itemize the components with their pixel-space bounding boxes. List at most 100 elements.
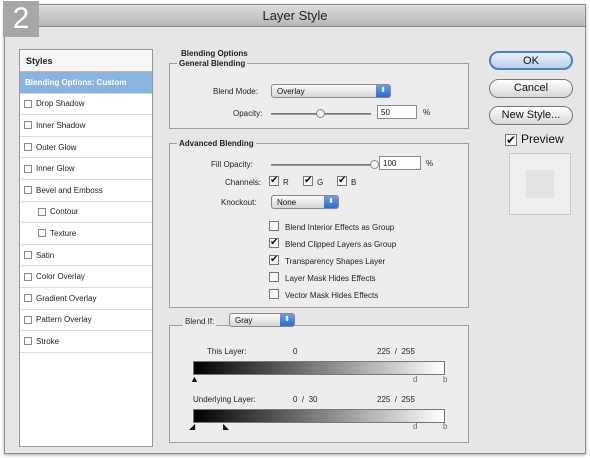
fill-opacity-label: Fill Opacity:: [211, 160, 253, 169]
style-item[interactable]: Blending Options: Custom: [20, 72, 152, 94]
preview-checkbox[interactable]: ✔: [505, 134, 517, 146]
style-item[interactable]: Gradient Overlay: [20, 288, 152, 310]
this-layer-label: This Layer:: [207, 347, 247, 356]
underlying-layer-gradient[interactable]: [193, 409, 445, 423]
preview-label: Preview: [521, 132, 564, 146]
style-item-label: Satin: [36, 250, 55, 260]
style-item[interactable]: Pattern Overlay: [20, 310, 152, 332]
fill-opacity-slider[interactable]: [271, 160, 379, 169]
blend-mode-label: Blend Mode:: [213, 87, 258, 96]
fill-opacity-percent: %: [426, 159, 434, 168]
fill-opacity-slider-thumb[interactable]: [370, 160, 379, 169]
style-item-label: Stroke: [36, 336, 60, 346]
channel-g-label: G: [317, 178, 324, 187]
style-item-label: Pattern Overlay: [36, 315, 92, 325]
advanced-option-label: Layer Mask Hides Effects: [285, 274, 376, 283]
style-checkbox[interactable]: [24, 272, 32, 281]
advanced-option-label: Blend Interior Effects as Group: [285, 223, 395, 232]
underlying-black-slider-right-icon[interactable]: ◣: [223, 422, 229, 431]
blend-mode-value: Overlay: [277, 87, 305, 96]
underlying-black-slider-left-icon[interactable]: ◢: [189, 422, 195, 431]
blend-if-select[interactable]: Gray ⬍: [229, 313, 295, 327]
style-item[interactable]: Color Overlay: [20, 266, 152, 288]
style-item[interactable]: Contour: [20, 202, 152, 224]
style-item-label: Bevel and Emboss: [36, 185, 103, 195]
opacity-input[interactable]: 50: [377, 105, 417, 119]
cancel-button[interactable]: Cancel: [489, 79, 573, 98]
style-item-label: Outer Glow: [36, 142, 77, 152]
general-blending-title: General Blending: [177, 59, 248, 68]
style-checkbox[interactable]: [24, 337, 32, 346]
underlying-white-split-slider-icon[interactable]: d: [413, 422, 417, 431]
channels-label: Channels:: [225, 178, 262, 187]
style-item-label: Drop Shadow: [36, 99, 85, 109]
blend-if-group: [169, 325, 469, 443]
style-checkbox[interactable]: [24, 186, 32, 195]
style-item[interactable]: Texture: [20, 223, 152, 245]
style-item[interactable]: Bevel and Emboss: [20, 180, 152, 202]
styles-header: Styles: [20, 50, 152, 72]
opacity-percent: %: [423, 108, 431, 117]
style-item[interactable]: Satin: [20, 245, 152, 267]
knockout-value: None: [277, 198, 297, 207]
preview-swatch-inner: [526, 170, 554, 198]
blending-options-panel: Blending Options General Blending Blend …: [163, 49, 475, 447]
advanced-option-label: Transparency Shapes Layer: [285, 257, 386, 266]
blend-mode-select[interactable]: Overlay ⬍: [271, 84, 391, 98]
channel-g-checkbox[interactable]: ✔: [303, 176, 313, 186]
style-item-label: Blending Options: Custom: [25, 77, 127, 87]
fill-opacity-input[interactable]: 100: [379, 156, 421, 170]
advanced-option-checkbox[interactable]: ✔: [269, 255, 279, 265]
this-layer-white-split-slider-icon[interactable]: d: [413, 375, 417, 384]
layer-style-dialog: Layer Style Styles Blending Options: Cus…: [4, 4, 586, 454]
style-item[interactable]: Outer Glow: [20, 137, 152, 159]
this-layer-gradient[interactable]: [193, 361, 445, 375]
opacity-slider-thumb[interactable]: [316, 109, 325, 118]
style-checkbox[interactable]: [24, 164, 32, 173]
channel-r-checkbox[interactable]: ✔: [269, 176, 279, 186]
advanced-option-checkbox[interactable]: [269, 221, 279, 231]
style-item[interactable]: Inner Shadow: [20, 115, 152, 137]
this-layer-black-slider-icon[interactable]: ▲: [190, 375, 199, 384]
style-item[interactable]: Stroke: [20, 331, 152, 353]
select-arrows-icon: ⬍: [280, 314, 294, 326]
window-title: Layer Style: [262, 8, 328, 23]
title-bar[interactable]: Layer Style: [5, 5, 585, 27]
advanced-blending-title: Advanced Blending: [177, 139, 256, 148]
this-layer-white-slider-icon[interactable]: b: [443, 375, 447, 384]
styles-panel: Styles Blending Options: Custom Drop Shad…: [19, 49, 153, 447]
blend-if-value: Gray: [235, 316, 253, 325]
step-number-badge: 2: [3, 1, 39, 37]
style-item[interactable]: Drop Shadow: [20, 94, 152, 116]
knockout-select[interactable]: None ⬍: [271, 195, 339, 209]
style-checkbox[interactable]: [38, 229, 46, 238]
this-layer-low-value: 0: [293, 347, 298, 356]
advanced-option-checkbox[interactable]: [269, 289, 279, 299]
style-checkbox[interactable]: [24, 143, 32, 152]
style-item-label: Contour: [50, 207, 79, 217]
style-item-label: Gradient Overlay: [36, 293, 97, 303]
knockout-label: Knockout:: [221, 198, 257, 207]
style-checkbox[interactable]: [24, 121, 32, 130]
channel-b-checkbox[interactable]: ✔: [337, 176, 347, 186]
channel-b-label: B: [351, 178, 357, 187]
styles-list: Blending Options: Custom Drop Shadow Inner…: [20, 72, 152, 353]
channel-r-label: R: [283, 178, 289, 187]
select-arrows-icon: ⬍: [324, 196, 338, 208]
style-checkbox[interactable]: [24, 99, 32, 108]
style-checkbox[interactable]: [38, 207, 46, 216]
style-item[interactable]: Inner Glow: [20, 158, 152, 180]
underlying-white-slider-icon[interactable]: b: [443, 422, 447, 431]
style-item-label: Color Overlay: [36, 272, 85, 282]
new-style-button[interactable]: New Style...: [489, 106, 573, 125]
style-checkbox[interactable]: [24, 251, 32, 260]
ok-button[interactable]: OK: [489, 51, 573, 70]
style-item-label: Inner Shadow: [36, 120, 86, 130]
advanced-option-label: Blend Clipped Layers as Group: [285, 240, 397, 249]
preview-swatch: [509, 153, 571, 215]
advanced-option-checkbox[interactable]: [269, 272, 279, 282]
advanced-option-checkbox[interactable]: ✔: [269, 238, 279, 248]
style-checkbox[interactable]: [24, 315, 32, 324]
opacity-slider[interactable]: [271, 109, 371, 118]
style-checkbox[interactable]: [24, 294, 32, 303]
